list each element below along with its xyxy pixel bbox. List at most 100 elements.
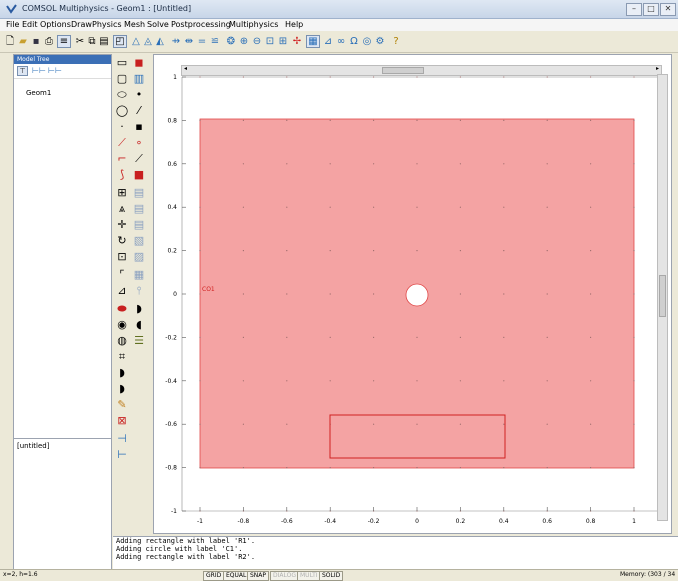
menu-multiphysics[interactable]: Multiphysics	[229, 20, 278, 29]
array-icon[interactable]: ⊞	[115, 186, 129, 200]
coerce-icon[interactable]: ▦	[132, 268, 146, 282]
measure-icon[interactable]: ⊣	[115, 432, 129, 446]
point-tool-icon[interactable]: •	[132, 88, 146, 102]
open-folder-icon[interactable]: ▰	[17, 35, 29, 48]
ruler-icon[interactable]: ☰	[132, 334, 146, 348]
menu-solve[interactable]: Solve	[147, 20, 169, 29]
curve-icon[interactable]: ⟆	[115, 168, 129, 182]
help-icon[interactable]: ?	[390, 35, 402, 48]
draw-mode-icon[interactable]: ◰	[113, 35, 127, 48]
pen-icon[interactable]: ✎	[115, 398, 129, 412]
ellipse-centered-icon[interactable]: ◼	[132, 56, 146, 70]
menu-physics[interactable]: Physics	[92, 20, 122, 29]
tree-collapse-icon[interactable]: ⊢⊢	[48, 66, 62, 75]
vertical-scrollbar[interactable]	[657, 74, 668, 521]
slope-icon[interactable]: ⟋	[132, 152, 146, 166]
line-draw-icon[interactable]: ⟋	[115, 136, 129, 150]
embed-icon[interactable]: ◉	[115, 318, 129, 332]
vertical-scroll-thumb[interactable]	[659, 275, 666, 317]
menu-help[interactable]: Help	[285, 20, 303, 29]
menu-postprocessing[interactable]: Postprocessing	[171, 20, 231, 29]
mesh-icon[interactable]: ≌	[209, 35, 221, 48]
boundary-settings-icon[interactable]: ⇸	[170, 35, 182, 48]
probe-icon[interactable]: ◎	[361, 35, 373, 48]
boundary-mode-icon[interactable]: △	[130, 35, 142, 48]
work-plane-icon[interactable]: ◖	[132, 318, 146, 332]
subdomain-mode-icon[interactable]: ◬	[142, 35, 154, 48]
tree-view-icon[interactable]: ⊤	[17, 66, 28, 76]
menu-draw[interactable]: Draw	[71, 20, 92, 29]
difference-icon[interactable]: ▤	[132, 218, 146, 232]
zoom-out-icon[interactable]: ⊖	[251, 35, 263, 48]
omega-icon[interactable]: Ω	[348, 35, 360, 48]
animate-icon[interactable]: ∞	[335, 35, 347, 48]
point-mode-icon[interactable]: ◭	[154, 35, 166, 48]
scroll-right-icon[interactable]: ▸	[656, 65, 659, 72]
solid-toggle[interactable]: SOLID	[319, 571, 344, 581]
subdomain-settings-icon[interactable]: ⇹	[183, 35, 195, 48]
zoom-extents-icon[interactable]: ⊞	[277, 35, 289, 48]
compose-icon[interactable]: ▧	[132, 234, 146, 248]
geometry-canvas[interactable]: CO1 -1 -0.8 -0.6 -0.4 -0.2 0 0.2 0.4 0.6 0.8 1 1 0.…	[153, 54, 672, 534]
rotate-icon[interactable]: ↻	[115, 234, 129, 248]
bezier-icon[interactable]: ∘	[132, 136, 146, 150]
menu-options[interactable]: Options	[40, 20, 71, 29]
delete-icon[interactable]: ⊠	[115, 414, 129, 428]
minimize-button[interactable]: –	[626, 3, 642, 16]
menu-mesh[interactable]: Mesh	[124, 20, 145, 29]
sweep-icon[interactable]: ◍	[115, 334, 129, 348]
save-icon[interactable]: ▪	[30, 35, 42, 48]
equal-toggle[interactable]: EQUAL	[223, 571, 250, 581]
dialog-toggle[interactable]: DIALOG	[270, 571, 299, 581]
geometry-plot[interactable]: CO1 -1 -0.8 -0.6 -0.4 -0.2 0 0.2 0.4 0.6 0.8 1 1 0.…	[154, 55, 671, 533]
paste-icon[interactable]: ▤	[98, 35, 110, 48]
circle-tool-icon[interactable]: ◯	[115, 104, 129, 118]
convert-solid-icon[interactable]: ◗	[115, 366, 129, 380]
tree-expand-icon[interactable]: ⊢⊢	[32, 66, 46, 75]
tangent-icon[interactable]: ⫯	[132, 284, 146, 298]
dimension-icon[interactable]: ⊢	[115, 448, 129, 462]
square-tool-icon[interactable]: ▢	[115, 72, 129, 86]
scale-icon[interactable]: ⊡	[115, 250, 129, 264]
solve-icon[interactable]: ❂	[225, 35, 237, 48]
intersect-icon[interactable]: ▤	[132, 202, 146, 216]
ellipse-tool-icon[interactable]: ⬭	[115, 88, 129, 102]
snap-toggle[interactable]: SNAP	[247, 571, 270, 581]
move-icon[interactable]: ✛	[115, 218, 129, 232]
union-icon[interactable]: ▤	[132, 186, 146, 200]
tree-item-geom1[interactable]: Geom1	[26, 89, 51, 97]
equation-system-icon[interactable]: =	[196, 35, 208, 48]
menu-edit[interactable]: Edit	[22, 20, 38, 29]
mirror-icon[interactable]: ⩓	[115, 202, 129, 216]
point-draw-icon[interactable]: ·	[115, 120, 129, 134]
line-tool-icon[interactable]: ⁄	[132, 104, 146, 118]
new-file-icon[interactable]: 🗋	[4, 35, 16, 48]
horizontal-scroll-thumb[interactable]	[382, 67, 424, 74]
close-button[interactable]: ✕	[660, 3, 676, 16]
maximize-button[interactable]: □	[643, 3, 659, 16]
circle-hole-c1[interactable]	[405, 283, 429, 307]
split-icon[interactable]: ▨	[132, 250, 146, 264]
cut-icon[interactable]: ✂	[74, 35, 86, 48]
plot-parameters-icon[interactable]: ▦	[306, 35, 320, 48]
fill-icon[interactable]: ■	[132, 168, 146, 182]
revolve-icon[interactable]: ◗	[132, 302, 146, 316]
grid-toggle[interactable]: GRID	[203, 571, 225, 581]
extrude-icon[interactable]: ⬬	[115, 302, 129, 316]
plot-icon[interactable]: ⊿	[322, 35, 334, 48]
copy-icon[interactable]: ⧉	[86, 35, 98, 48]
zoom-in-icon[interactable]: ⊕	[238, 35, 250, 48]
menu-file[interactable]: File	[6, 20, 19, 29]
multi-toggle[interactable]: MULTI	[297, 571, 321, 581]
horizontal-scrollbar[interactable]: ◂ ▸	[181, 65, 662, 76]
scroll-left-icon[interactable]: ◂	[184, 65, 187, 72]
corner-icon[interactable]: ⌐	[115, 152, 129, 166]
chamfer-icon[interactable]: ⊿	[115, 284, 129, 298]
grid-icon[interactable]: ▥	[132, 72, 146, 86]
zoom-window-icon[interactable]: ⊡	[264, 35, 276, 48]
polygon-icon[interactable]: ▪	[132, 120, 146, 134]
print-icon[interactable]: ⎙	[43, 35, 55, 48]
convert-curve-icon[interactable]: ◗	[115, 382, 129, 396]
pan-icon[interactable]: ✢	[291, 35, 303, 48]
cross-section-icon[interactable]: ⌗	[115, 350, 129, 364]
